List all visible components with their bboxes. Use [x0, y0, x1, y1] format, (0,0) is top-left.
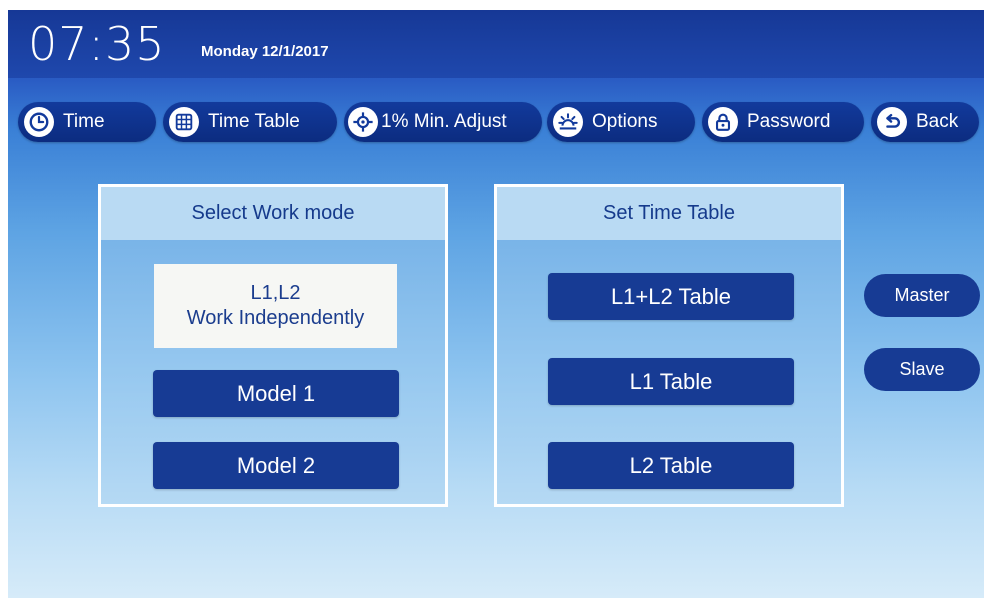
nav-password-label: Password [747, 111, 831, 132]
nav-options-label: Options [592, 111, 658, 132]
table-grid-icon [169, 107, 199, 137]
l1-l2-table-button[interactable]: L1+L2 Table [548, 273, 794, 320]
nav-options-button[interactable]: Options [547, 102, 695, 142]
nav-time-table-button[interactable]: Time Table [163, 102, 337, 142]
nav-time-table-label: Time Table [208, 111, 300, 132]
back-arrow-icon [877, 107, 907, 137]
nav-password-button[interactable]: Password [702, 102, 864, 142]
nav-time-label: Time [63, 111, 105, 132]
clock-date: Monday 12/1/2017 [201, 43, 329, 60]
screen: 07:35 Monday 12/1/2017 Time Time Table 1… [8, 10, 984, 598]
independent-mode-option[interactable]: L1,L2 Work Independently [154, 264, 397, 348]
clock-time: 07:35 [28, 17, 166, 71]
nav-time-button[interactable]: Time [18, 102, 156, 142]
independent-mode-line2: Work Independently [186, 307, 365, 329]
independent-mode-line1: L1,L2 [250, 282, 301, 304]
adjust-target-icon [348, 107, 378, 137]
time-table-title: Set Time Table [497, 187, 841, 240]
master-button[interactable]: Master [864, 274, 980, 317]
header-bar: 07:35 Monday 12/1/2017 [8, 10, 984, 78]
lock-icon [708, 107, 738, 137]
time-table-panel: Set Time Table L1+L2 Table L1 Table L2 T… [494, 184, 844, 507]
model-1-button[interactable]: Model 1 [153, 370, 399, 417]
sun-options-icon [553, 107, 583, 137]
clock-icon [24, 107, 54, 137]
nav-bar: Time Time Table 1% Min. Adjust Options P [18, 102, 980, 144]
work-mode-panel: Select Work mode L1,L2 Work Independentl… [98, 184, 448, 507]
slave-button[interactable]: Slave [864, 348, 980, 391]
l1-table-button[interactable]: L1 Table [548, 358, 794, 405]
nav-min-adjust-button[interactable]: 1% Min. Adjust [344, 102, 542, 142]
nav-min-adjust-label: 1% Min. Adjust [381, 111, 507, 132]
l2-table-button[interactable]: L2 Table [548, 442, 794, 489]
nav-back-label: Back [916, 111, 959, 132]
work-mode-title: Select Work mode [101, 187, 445, 240]
model-2-button[interactable]: Model 2 [153, 442, 399, 489]
nav-back-button[interactable]: Back [871, 102, 979, 142]
